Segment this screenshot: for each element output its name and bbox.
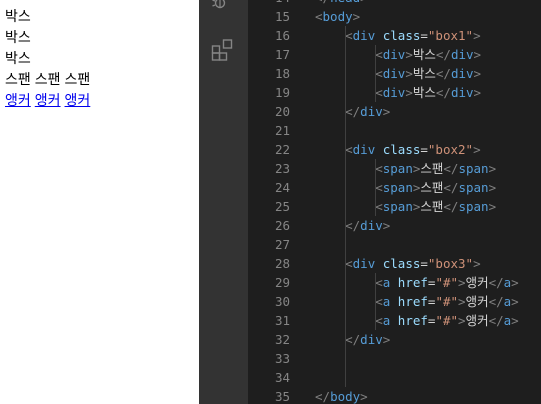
code-line[interactable]: 32 </div>	[248, 330, 541, 349]
indent-guide	[375, 273, 377, 330]
code-line[interactable]: 25 <span>스팬</span>	[248, 197, 541, 216]
code-line[interactable]: 22 <div class="box2">	[248, 140, 541, 159]
code-text[interactable]: <div>박스</div>	[315, 45, 481, 64]
indent-guide	[345, 26, 347, 387]
code-line[interactable]: 21	[248, 121, 541, 140]
box3-row: 앵커 앵커 앵커	[5, 91, 199, 112]
line-number: 35	[274, 389, 290, 404]
code-line[interactable]: 33	[248, 349, 541, 368]
line-number: 27	[274, 237, 290, 252]
box3-anchor-link[interactable]: 앵커	[5, 93, 31, 109]
code-text[interactable]: <div class="box3">	[315, 254, 480, 273]
code-text[interactable]: <span>스팬</span>	[315, 178, 496, 197]
line-number: 20	[274, 104, 290, 119]
code-text[interactable]: </head>	[315, 0, 368, 7]
code-text[interactable]: <div>박스</div>	[315, 83, 481, 102]
line-number: 31	[274, 313, 290, 328]
code-line[interactable]: 34	[248, 368, 541, 387]
line-number: 15	[274, 9, 290, 24]
box1-div: 박스	[5, 28, 199, 49]
box1-text: 박스	[5, 30, 31, 46]
code-line[interactable]: 18 <div>박스</div>	[248, 64, 541, 83]
code-text[interactable]: <span>스팬</span>	[315, 197, 496, 216]
line-number: 30	[274, 294, 290, 309]
code-line[interactable]: 19 <div>박스</div>	[248, 83, 541, 102]
activity-bar	[199, 0, 248, 404]
box2-span: 스팬	[64, 72, 91, 88]
line-number: 34	[274, 370, 290, 385]
box3-anchor-link[interactable]: 앵커	[35, 93, 61, 109]
code-line[interactable]: 31 <a href="#">앵커</a>	[248, 311, 541, 330]
box3-anchor-link[interactable]: 앵커	[65, 93, 91, 109]
code-line[interactable]: 28 <div class="box3">	[248, 254, 541, 273]
code-line[interactable]: 35 </body>	[248, 387, 541, 404]
indent-guide	[375, 45, 377, 102]
code-line[interactable]: 26 </div>	[248, 216, 541, 235]
line-number: 24	[274, 180, 290, 195]
line-number: 33	[274, 351, 290, 366]
code-text[interactable]: <span>스팬</span>	[315, 159, 496, 178]
box2-span: 스팬	[34, 72, 61, 88]
code-text[interactable]: <div class="box2">	[315, 140, 480, 159]
code-text[interactable]: </body>	[315, 387, 368, 404]
code-text[interactable]: <div class="box1">	[315, 26, 480, 45]
line-number: 32	[274, 332, 290, 347]
line-number: 22	[274, 142, 290, 157]
box1-div: 박스	[5, 7, 199, 28]
indent-guide	[375, 159, 377, 216]
extensions-icon[interactable]	[211, 38, 235, 62]
line-number: 29	[274, 275, 290, 290]
code-text[interactable]: <body>	[315, 7, 360, 26]
screen: 박스 박스 박스 스팬스팬스팬 앵커앵커앵커 14</head>15<b	[0, 0, 541, 404]
code-line[interactable]: 16 <div class="box1">	[248, 26, 541, 45]
debug-icon[interactable]	[211, 0, 235, 14]
line-number: 28	[274, 256, 290, 271]
line-number: 16	[274, 28, 290, 43]
box1-text: 박스	[5, 51, 31, 67]
code-line[interactable]: 23 <span>스팬</span>	[248, 159, 541, 178]
box1-text: 박스	[5, 9, 31, 25]
code-line[interactable]: 29 <a href="#">앵커</a>	[248, 273, 541, 292]
line-number: 21	[274, 123, 290, 138]
line-number: 19	[274, 85, 290, 100]
line-number: 26	[274, 218, 290, 233]
code-text[interactable]: </div>	[315, 102, 390, 121]
code-line[interactable]: 15 <body>	[248, 7, 541, 26]
code-editor[interactable]: 14</head>15<body>16 <div class="box1">17…	[248, 0, 541, 404]
line-number: 23	[274, 161, 290, 176]
box1-div: 박스	[5, 49, 199, 70]
code-text[interactable]: </div>	[315, 330, 390, 349]
code-line[interactable]: 20 </div>	[248, 102, 541, 121]
browser-preview: 박스 박스 박스 스팬 스팬 스팬 앵커 앵커 앵커	[0, 0, 199, 404]
code-text[interactable]: <div>박스</div>	[315, 64, 481, 83]
code-line[interactable]: 17 <div>박스</div>	[248, 45, 541, 64]
code-line[interactable]: 14 </head>	[248, 0, 541, 7]
code-line[interactable]: 30 <a href="#">앵커</a>	[248, 292, 541, 311]
line-number: 25	[274, 199, 290, 214]
code-text[interactable]: </div>	[315, 216, 390, 235]
box2-row: 스팬 스팬 스팬	[5, 70, 199, 91]
code-line[interactable]: 24 <span>스팬</span>	[248, 178, 541, 197]
line-number: 17	[274, 47, 290, 62]
code-line[interactable]: 27	[248, 235, 541, 254]
line-number: 14	[248, 0, 290, 7]
box2-span: 스팬	[5, 72, 31, 88]
line-number: 18	[274, 66, 290, 81]
